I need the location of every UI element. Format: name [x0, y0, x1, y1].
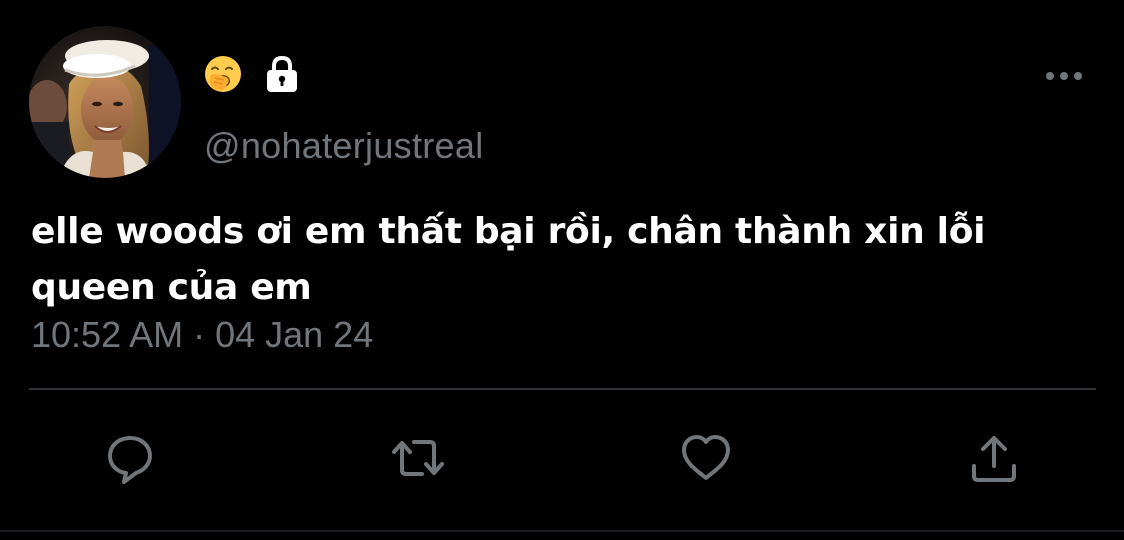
avatar[interactable] [29, 26, 181, 178]
reply-icon [108, 436, 152, 484]
avatar-image [29, 26, 181, 178]
timestamp-container: 10:52 AM · 04 Jan 24 [31, 320, 631, 356]
tweet-detail: @nohaterjustreal elle woods ơi em thất b… [0, 0, 1124, 540]
like-button[interactable] [676, 428, 736, 488]
more-horizontal-icon[interactable] [1040, 60, 1088, 92]
yawning-face-emoji-icon [205, 56, 241, 92]
retweet-button[interactable] [388, 428, 448, 488]
heart-icon [682, 435, 730, 480]
reply-button[interactable] [100, 428, 160, 488]
tweet-text: elle woods ơi em thất bại rồi, chân thàn… [31, 211, 986, 308]
share-button[interactable] [964, 428, 1024, 488]
share-icon [972, 436, 1016, 482]
user-handle[interactable]: @nohaterjustreal [204, 124, 484, 168]
display-name-row[interactable] [204, 52, 302, 96]
bottom-divider [0, 530, 1124, 532]
lock-icon [267, 55, 297, 92]
divider [29, 388, 1096, 390]
retweet-icon [392, 440, 444, 476]
timestamp[interactable]: 10:52 AM · 04 Jan 24 [31, 320, 373, 356]
action-bar [0, 428, 1124, 488]
